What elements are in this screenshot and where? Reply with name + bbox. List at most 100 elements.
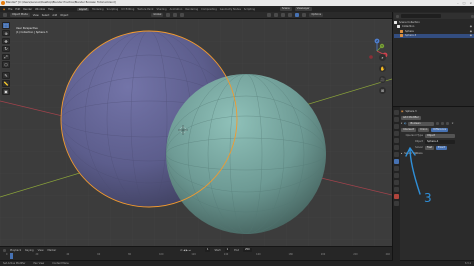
gizmo-toggle-icon[interactable] [274, 13, 279, 17]
select-box-icon[interactable]: ⬚ [2, 22, 10, 29]
timeline-ruler[interactable]: 0 20 40 60 80 100 120 140 160 180 200 22… [0, 253, 392, 260]
viewport-header: Object Mode View Select Add Object Globa… [0, 12, 392, 19]
annotation-overlay: 3 [405, 147, 432, 205]
tab-texture-paint[interactable]: Texture Paint [137, 8, 153, 11]
status-hint-context: Context Menu [52, 262, 69, 265]
menu-keying[interactable]: Keying [25, 249, 33, 252]
blender-logo-icon [1, 1, 5, 5]
tab-layout[interactable]: Layout [76, 7, 90, 11]
sphere-right[interactable] [166, 74, 326, 234]
scale-icon[interactable]: ⤢ [2, 53, 10, 61]
pan-icon[interactable]: ✋ [379, 65, 386, 72]
solid-shading-icon[interactable] [295, 13, 300, 17]
tick-label: 0 [6, 253, 8, 256]
transform-icon[interactable]: ⬡ [2, 61, 10, 69]
tick-label: 180 [288, 253, 293, 256]
menu-edit[interactable]: Edit [15, 8, 20, 11]
outliner-header [394, 13, 474, 19]
tab-shading[interactable]: Shading [156, 8, 166, 11]
tick-label: 20 [35, 253, 39, 256]
status-hint-select: Set Active Modifier [3, 262, 26, 265]
tab-sculpting[interactable]: Sculpting [107, 8, 119, 11]
version-label: 3.3.1 [464, 262, 471, 265]
visibility-icon[interactable] [267, 13, 272, 17]
tick-label: 100 [159, 253, 164, 256]
cursor-icon[interactable]: ⊕ [2, 29, 10, 37]
options-button[interactable]: Options [309, 12, 324, 18]
transform-orientation-selector[interactable]: Global [151, 12, 164, 18]
camera-view-icon[interactable]: 🎥 [379, 76, 386, 83]
menu-render[interactable]: Render [23, 8, 32, 11]
tick-label: 140 [223, 253, 229, 256]
tick-label: 120 [191, 253, 196, 256]
outliner-row-label: Sphere.3 [405, 34, 417, 38]
outliner-row-label: Sphere [405, 29, 414, 33]
menu-file[interactable]: File [8, 8, 12, 11]
collection-icon [397, 25, 400, 29]
play-controls[interactable]: ⏮ ◀ ▶ ⏭ [180, 249, 191, 252]
move-icon[interactable]: ✥ [2, 37, 10, 45]
menu-select[interactable]: Select [42, 14, 50, 17]
end-frame-field[interactable]: 250 [242, 248, 252, 252]
menu-window[interactable]: Window [35, 8, 45, 11]
tab-compositing[interactable]: Compositing [201, 8, 217, 11]
outliner-editor-icon[interactable] [396, 14, 399, 18]
status-hint-pan: Pan View [33, 262, 45, 265]
mesh-object-icon [400, 29, 403, 33]
timeline-editor-icon[interactable] [3, 248, 6, 252]
tool-shelf: ⬚ ⊕ ✥ ↻ ⤢ ⬡ ✎ 📏 ▣ [2, 22, 11, 95]
mode-selector[interactable]: Object Mode [10, 12, 30, 18]
tick-label: 160 [256, 253, 261, 256]
current-frame-field[interactable]: 1 [204, 248, 211, 252]
visibility-eye-icon[interactable]: ◉ [470, 30, 472, 33]
start-frame-field[interactable]: 1 [224, 248, 231, 252]
collection-icon [394, 20, 397, 24]
annotate-icon[interactable]: ✎ [2, 72, 10, 79]
menu-playback[interactable]: Playback [10, 249, 21, 252]
menu-view[interactable]: View [33, 14, 39, 17]
end-label: End [234, 248, 239, 252]
outliner-search-input[interactable] [401, 14, 441, 18]
annotation-number: 3 [424, 191, 432, 205]
scene-selector[interactable]: Scene [280, 6, 292, 12]
menu-help[interactable]: Help [48, 8, 54, 11]
material-shading-icon[interactable] [302, 13, 307, 17]
tab-animation[interactable]: Animation [170, 8, 183, 11]
visibility-eye-icon[interactable]: ◉ [470, 34, 472, 37]
tick-label: 40 [66, 253, 70, 256]
3d-viewport[interactable]: User Perspective (1) Collection | Sphere… [0, 19, 392, 246]
snap-icon[interactable] [173, 13, 178, 17]
tab-uv-editing[interactable]: UV Editing [121, 8, 134, 11]
measure-icon[interactable]: 📏 [2, 80, 10, 87]
visibility-eye-icon[interactable]: ◉ [470, 25, 472, 28]
ortho-toggle-icon[interactable]: ⊞ [379, 87, 386, 94]
pivot-icon[interactable] [166, 13, 171, 17]
status-bar: Set Active Modifier Pan View Context Men… [0, 260, 474, 266]
tab-modeling[interactable]: Modeling [92, 8, 103, 11]
menu-add[interactable]: Add [52, 14, 57, 17]
view-layer-selector[interactable]: ViewLayer [294, 6, 312, 12]
outliner: Scene Collection Collection ◉ Sphere ◉ S… [392, 12, 474, 106]
zoom-icon[interactable]: ⌕ [379, 54, 386, 61]
add-cube-icon[interactable]: ▣ [2, 88, 10, 95]
editor-type-icon[interactable] [3, 13, 7, 17]
overlay-toggle-icon[interactable] [281, 13, 286, 17]
outliner-row-label: Collection [402, 25, 415, 29]
tab-geometry-nodes[interactable]: Geometry Nodes [220, 8, 241, 11]
menu-marker[interactable]: Marker [48, 249, 57, 252]
tab-rendering[interactable]: Rendering [185, 8, 198, 11]
tab-scripting[interactable]: Scripting [244, 8, 255, 11]
tick-label: 240 [385, 253, 390, 256]
rotate-icon[interactable]: ↻ [2, 45, 10, 53]
menu-timeline-view[interactable]: View [38, 249, 44, 252]
tick-label: 220 [353, 253, 358, 256]
xray-toggle-icon[interactable] [288, 13, 293, 17]
timeline-ticks: 0 20 40 60 80 100 120 140 160 180 200 22… [6, 253, 390, 256]
gizmo-z-label: Z [376, 39, 378, 43]
timeline: Playback Keying View Marker ⏮ ◀ ▶ ⏭ 1 St… [0, 246, 392, 260]
outliner-row-sphere-3[interactable]: Sphere.3 ◉ [394, 33, 474, 38]
menu-object[interactable]: Object [60, 14, 68, 17]
start-label: Start [214, 248, 221, 252]
proportional-edit-icon[interactable] [180, 13, 185, 17]
blender-menu-icon[interactable]: ◉ [3, 8, 5, 11]
